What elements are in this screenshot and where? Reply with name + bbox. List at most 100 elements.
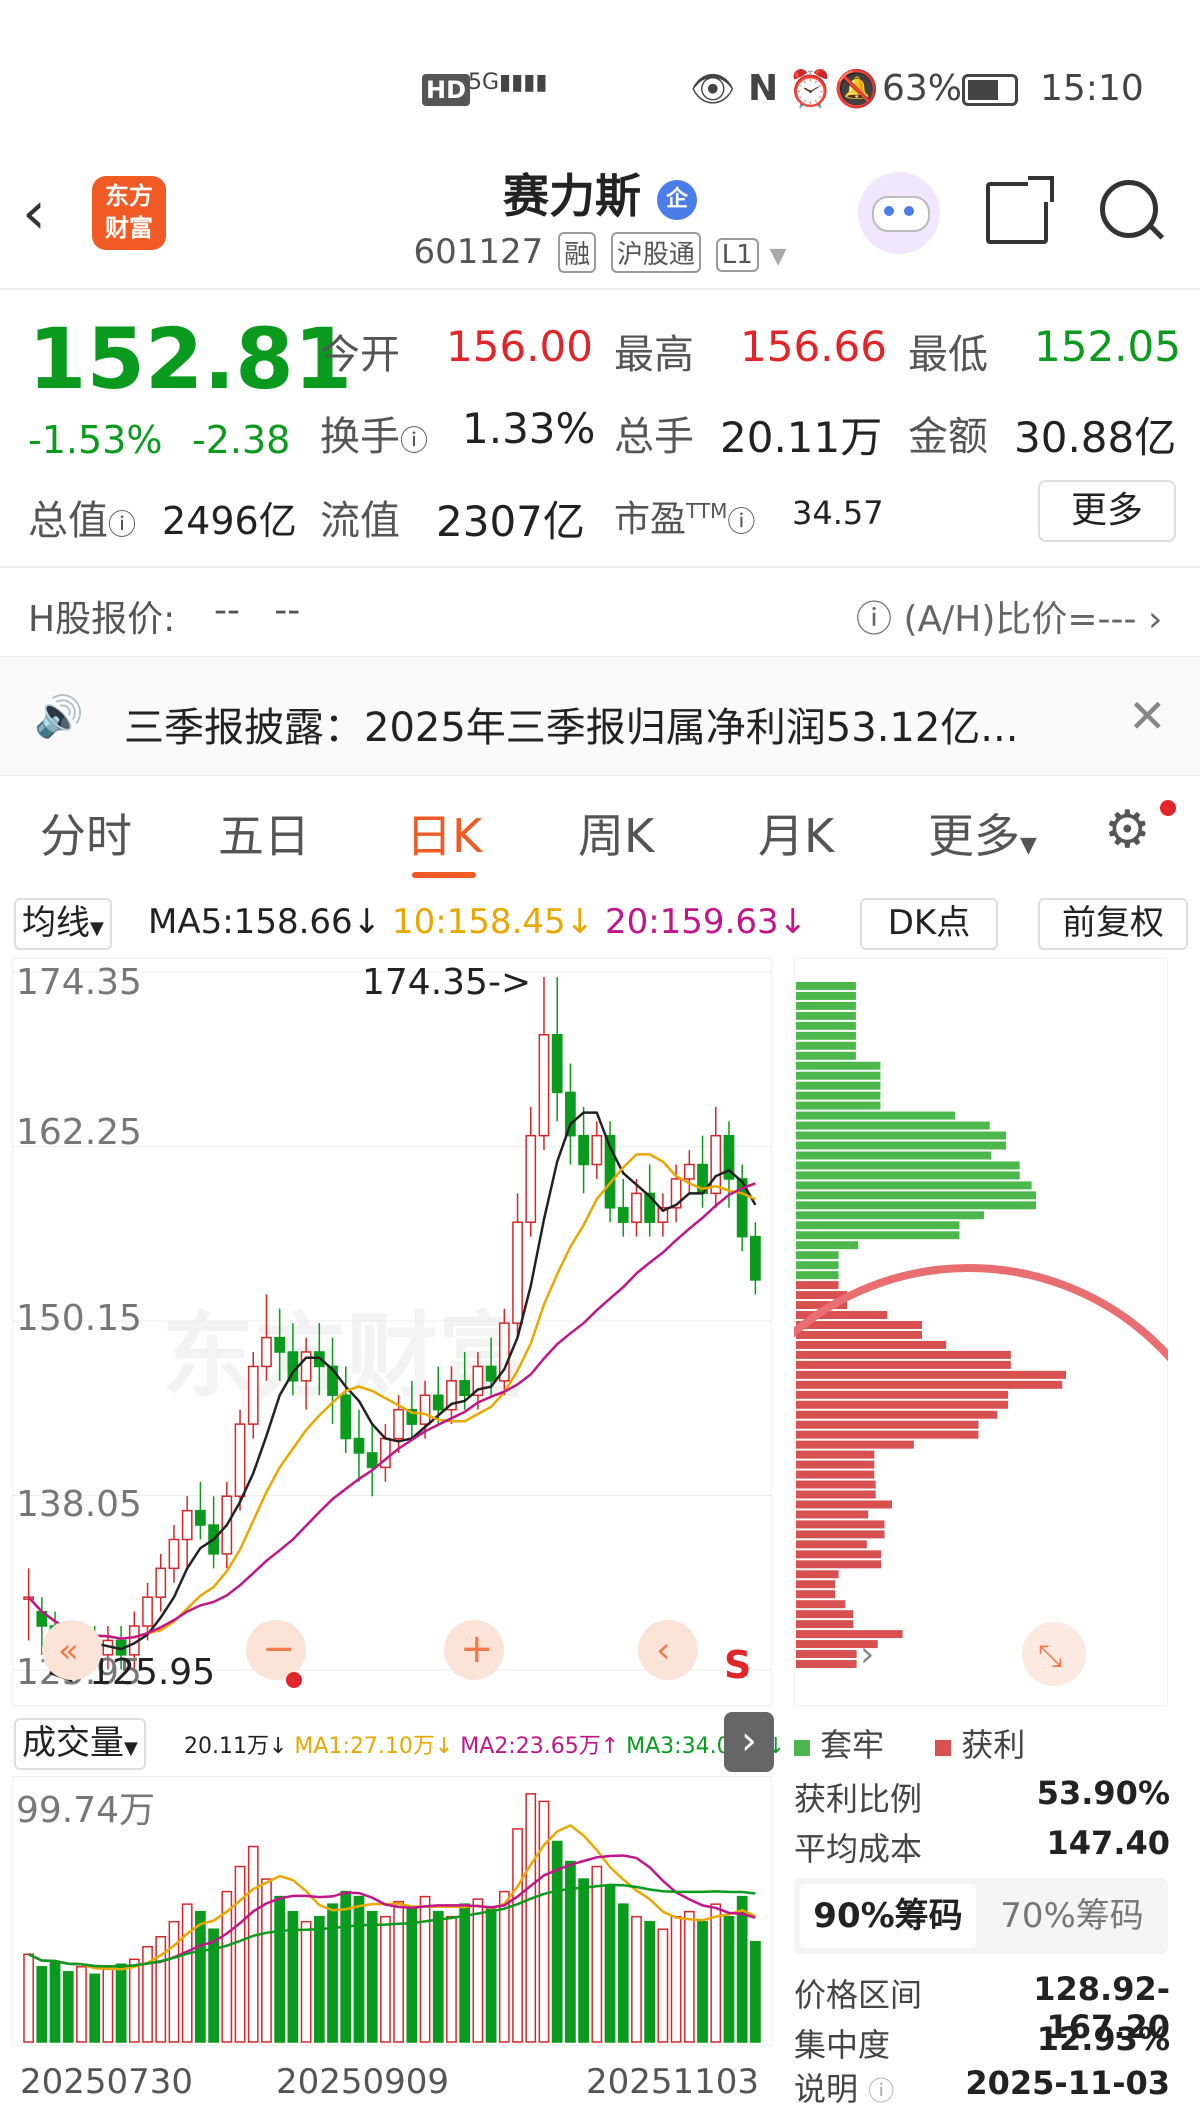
candle	[432, 1394, 444, 1411]
notice-bar[interactable]: 🔊 三季报披露：2025年三季报归属净利润53.12亿... ✕	[0, 656, 1200, 776]
chip-bar	[796, 1660, 857, 1668]
candle	[234, 1423, 246, 1497]
chip-bar	[796, 1350, 1011, 1359]
avg-cost-label: 平均成本	[794, 1830, 923, 1868]
volume-bar	[750, 1940, 761, 2043]
chip-distribution-chart[interactable]: ⤡ ›	[794, 958, 1168, 1706]
price-tick-4: 138.05	[16, 1484, 142, 1525]
tab-five-day[interactable]: 五日	[218, 800, 310, 866]
active-tab-indicator	[412, 872, 476, 878]
vol-ma1: MA1:27.10万↓	[294, 1734, 454, 1759]
total-cap-label: 总值ⓘ	[28, 498, 137, 544]
close-icon[interactable]: ✕	[1128, 689, 1167, 743]
chip-bar	[796, 1370, 1066, 1379]
chip-bar	[796, 1191, 1037, 1200]
chip-bar	[796, 1161, 1020, 1170]
high-value: 156.66	[740, 322, 887, 371]
robot-avatar-icon[interactable]	[858, 172, 940, 254]
chip-bar	[796, 1540, 867, 1549]
hd-icon: HD	[422, 74, 471, 106]
tab-daily-k[interactable]: 日K	[406, 800, 482, 866]
share-icon[interactable]	[986, 176, 1054, 244]
settings-gear-icon[interactable]: ⚙	[1104, 800, 1151, 860]
search-icon[interactable]	[1100, 180, 1165, 240]
volume-bar	[380, 1915, 391, 2043]
chip-bar	[796, 1141, 1007, 1150]
volume-max-tick: 99.74万	[16, 1790, 155, 1831]
help-icon[interactable]: ⓘ	[868, 2077, 894, 2107]
chip-bar	[796, 1271, 839, 1280]
ah-ratio-link[interactable]: ⓘ (A/H)比价=--- ›	[856, 590, 1162, 642]
volume-bar	[208, 1928, 219, 2043]
notice-text: 三季报披露：2025年三季报归属净利润53.12亿...	[124, 705, 1019, 751]
info-icon[interactable]: ⓘ	[727, 505, 755, 538]
note-label: 说明 ⓘ	[794, 2070, 895, 2108]
volume-bar	[366, 1910, 378, 2043]
volume-bar	[472, 1898, 484, 2043]
ma5: MA5:158.66↓	[148, 902, 382, 942]
candle	[168, 1538, 180, 1570]
volume-bar	[247, 1845, 259, 2043]
chevron-right-icon: ›	[1136, 599, 1163, 640]
kline-chart[interactable]: 东方财富 174.35 162.25 150.15 138.05 125.95 …	[12, 958, 772, 1706]
profit-swatch	[935, 1740, 952, 1756]
tab-chip-90[interactable]: 90%筹码	[800, 1884, 976, 1948]
volume-bar	[670, 1915, 682, 2043]
candle	[340, 1394, 352, 1440]
chip-bar	[796, 1410, 998, 1419]
volume-bar	[498, 1890, 510, 2043]
vol-ma2: MA2:23.65万↑	[460, 1734, 620, 1759]
battery-level: 63%	[882, 68, 963, 109]
volume-bar	[432, 1910, 444, 2043]
volume-bar	[340, 1890, 352, 2043]
chip-bar	[796, 1630, 903, 1639]
tab-intraday[interactable]: 分时	[40, 800, 132, 866]
volume-bar	[512, 1828, 523, 2043]
info-icon[interactable]: ⓘ	[108, 508, 136, 541]
chip-bar	[796, 1251, 839, 1260]
tab-chip-70[interactable]: 70%筹码	[984, 1884, 1160, 1948]
eye-icon: 👁	[690, 69, 736, 110]
turnover-value: 1.33%	[462, 404, 596, 453]
volume-chart[interactable]: 99.74万	[12, 1776, 772, 2046]
candle	[142, 1596, 153, 1627]
candle	[353, 1437, 365, 1454]
date-tick-2: 20250909	[276, 2062, 450, 2102]
chip-bar	[796, 1151, 992, 1160]
chip-bar	[796, 1360, 1011, 1369]
chip-bar	[796, 1500, 893, 1509]
chip-bar	[796, 1580, 836, 1589]
low-label: 最低	[908, 332, 988, 378]
adjust-button[interactable]: 前复权	[1038, 898, 1188, 950]
tag-level: L1	[715, 238, 759, 272]
chevron-left-icon: ‹	[656, 1630, 670, 1671]
stock-code: 601127	[413, 232, 544, 272]
expand-icon: ⤡	[1038, 1639, 1062, 1674]
more-button[interactable]: 更多	[1038, 480, 1176, 542]
chip-bar	[796, 1111, 956, 1120]
tab-monthly-k[interactable]: 月K	[758, 800, 834, 866]
volume-bar	[195, 1910, 206, 2043]
tab-weekly-k[interactable]: 周K	[578, 800, 654, 866]
volume-bar	[723, 1915, 735, 2043]
chevron-right-icon[interactable]: ›	[860, 1634, 874, 1675]
candle	[710, 1134, 722, 1195]
chip-bar	[796, 1121, 990, 1130]
ma-dropdown[interactable]: 均线▼	[14, 898, 112, 950]
volume-dropdown[interactable]: 成交量▼	[14, 1718, 146, 1770]
plus-icon: +	[460, 1626, 494, 1672]
dk-point-button[interactable]: DK点	[860, 898, 998, 950]
candle	[565, 1091, 576, 1137]
candle	[591, 1134, 603, 1166]
divider	[0, 288, 1200, 290]
candle	[631, 1192, 642, 1223]
chip-bar	[796, 1390, 1009, 1399]
info-icon[interactable]: ⓘ	[400, 424, 428, 457]
volume-bar	[49, 1961, 61, 2043]
expand-panel-button[interactable]: ›	[724, 1712, 774, 1772]
double-left-icon: «	[58, 1631, 79, 1671]
candle	[195, 1509, 206, 1526]
turnover-label: 换手ⓘ	[320, 414, 429, 460]
tab-more[interactable]: 更多▼	[928, 800, 1037, 866]
chip-bar	[796, 1530, 885, 1539]
